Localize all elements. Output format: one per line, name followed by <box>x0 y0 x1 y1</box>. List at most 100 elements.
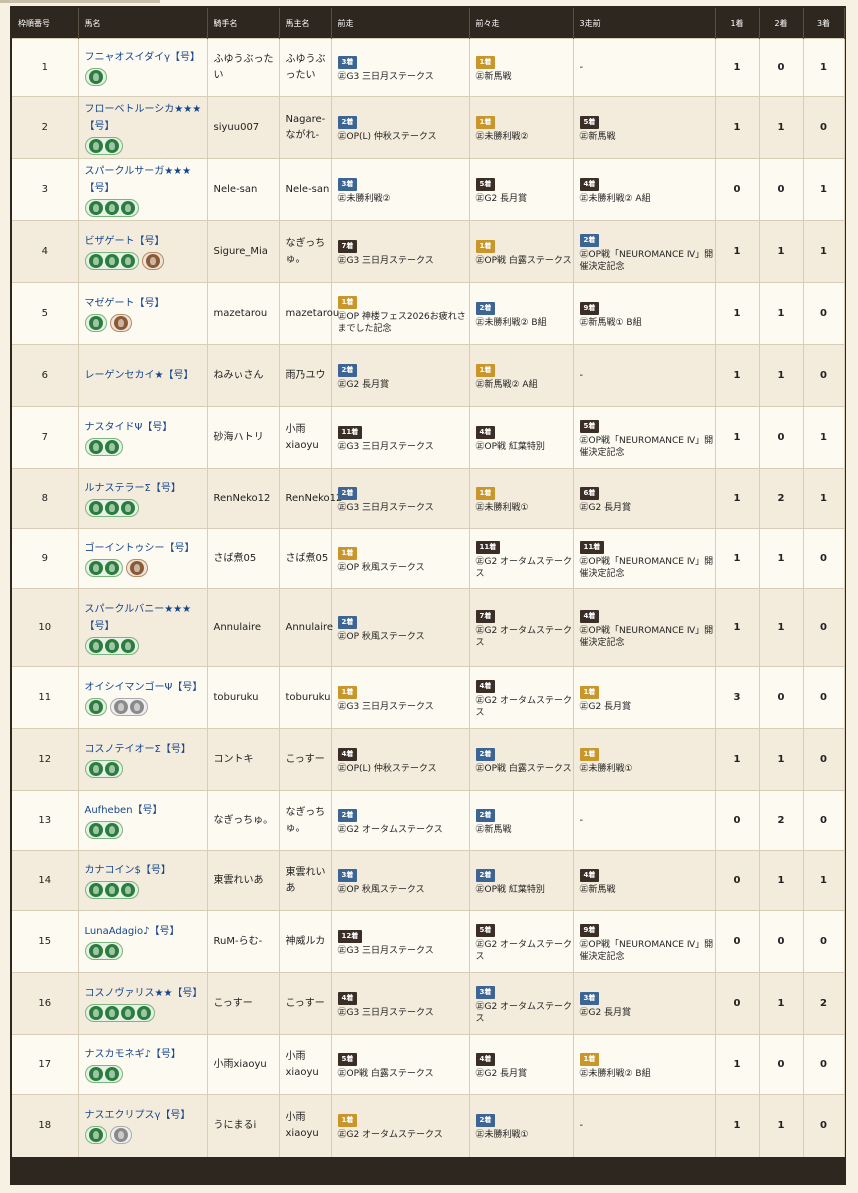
race-name[interactable]: ㊣未勝利戦① <box>476 1129 573 1141</box>
race-name[interactable]: ㊣G3 三日月ステークス <box>338 502 469 514</box>
race-name[interactable]: ㊣OP 秋風ステークス <box>338 562 469 574</box>
horse-name-link[interactable]: カナコイン$【号】 <box>85 862 207 879</box>
horse-name-link[interactable]: ゴーイントゥシー【号】 <box>85 540 207 557</box>
horse-name-link[interactable]: ナスエクリプスγ【号】 <box>85 1107 207 1124</box>
race-name[interactable]: ㊣OP戦 白露ステークス <box>476 255 573 267</box>
race-name[interactable]: ㊣G2 オータムステークス <box>338 824 469 836</box>
table-row: 18 ナスエクリプスγ【号】 うにまるi 小雨xiaoyu 1着 ㊣G2 オータムステーク… <box>12 1094 845 1157</box>
race-name[interactable]: ㊣OP 秋風ステークス <box>338 884 469 896</box>
race-name[interactable]: ㊣G2 長月賞 <box>580 1007 715 1019</box>
header-race3[interactable]: 3走前 <box>573 8 716 39</box>
race-name[interactable]: ㊣新馬戦 <box>476 824 573 836</box>
race-name[interactable]: ㊣OP(L) 仲秋ステークス <box>338 763 469 775</box>
race-name[interactable]: ㊣G3 三日月ステークス <box>338 71 469 83</box>
race-name[interactable]: ㊣G2 長月賞 <box>476 193 573 205</box>
header-race1[interactable]: 前走 <box>331 8 470 39</box>
horse-name-link[interactable]: コスノテイオーΣ【号】 <box>85 741 207 758</box>
green-horseshoe-icon <box>104 944 119 958</box>
race-name[interactable]: ㊣OP戦 白露ステークス <box>338 1068 469 1080</box>
header-jockey[interactable]: 騎手名 <box>207 8 280 39</box>
green-horseshoe-icon <box>88 638 103 653</box>
race-name[interactable]: ㊣G2 オータムステークス <box>476 556 573 580</box>
horse-name-link[interactable]: LunaAdagio♪【号】 <box>85 923 207 940</box>
race-name[interactable]: ㊣OP戦 白露ステークス <box>476 763 573 775</box>
race-name[interactable]: ㊣G2 オータムステークス <box>476 625 573 649</box>
race-name[interactable]: ㊣OP戦 紅葉特別 <box>476 441 573 453</box>
race-name[interactable]: ㊣新馬戦① B組 <box>580 317 715 329</box>
header-horse[interactable]: 馬名 <box>78 8 208 39</box>
race-name[interactable]: ㊣新馬戦 <box>580 131 715 143</box>
header-no[interactable]: 枠順番号 <box>12 8 79 39</box>
race-name[interactable]: ㊣OP戦「NEUROMANCE Ⅳ」開催決定記念 <box>580 625 715 649</box>
horse-icon-group <box>84 198 207 217</box>
race-name[interactable]: ㊣未勝利戦① <box>476 502 573 514</box>
horse-name-link[interactable]: コスノヴァリス★★【号】 <box>85 985 207 1002</box>
race-name[interactable]: ㊣OP 秋風ステークス <box>338 631 469 643</box>
header-second[interactable]: 2着 <box>759 8 804 39</box>
horse-name-link[interactable]: レーゲンセカイ★【号】 <box>85 367 207 384</box>
table-row: 16 コスノヴァリス★★【号】 こっすー こっすー 4着 ㊣G3 三日月ステークス 3着 ㊣G… <box>12 972 845 1035</box>
race-name[interactable]: ㊣G3 三日月ステークス <box>338 255 469 267</box>
race-name[interactable]: ㊣G2 長月賞 <box>580 502 715 514</box>
race-cell-1: 2着 ㊣OP 秋風ステークス <box>331 588 470 667</box>
horse-name-link[interactable]: ルナステラーΣ【号】 <box>85 480 207 497</box>
horse-name-link[interactable]: マゼゲート【号】 <box>85 295 207 312</box>
horse-name-link[interactable]: フローベトルーシカ★★★【号】 <box>85 101 207 135</box>
post-number: 1 <box>12 38 79 97</box>
horse-name-link[interactable]: ナスカモネギ♪【号】 <box>85 1046 207 1063</box>
race-name[interactable]: ㊣OP 神楼フェス2026お疲れさまでした記念 <box>338 311 469 335</box>
race-name[interactable]: ㊣新馬戦 <box>580 884 715 896</box>
header-third[interactable]: 3着 <box>803 8 845 39</box>
result-count-p1: 1 <box>715 406 760 469</box>
horse-name-link[interactable]: オイシイマンゴーΨ【号】 <box>85 679 207 696</box>
race-name[interactable]: ㊣未勝利戦② <box>476 131 573 143</box>
horse-name-link[interactable]: ビザゲート【号】 <box>85 233 207 250</box>
table-row: 10 スパークルバニー★★★【号】 Annulaire Annulaire 2着 ㊣OP … <box>12 588 845 667</box>
race-name[interactable]: ㊣未勝利戦① <box>580 763 715 775</box>
header-race2[interactable]: 前々走 <box>469 8 574 39</box>
race-name[interactable]: ㊣OP(L) 仲秋ステークス <box>338 131 469 143</box>
race-name[interactable]: ㊣G2 長月賞 <box>476 1068 573 1080</box>
post-number: 10 <box>12 588 79 667</box>
race-name[interactable]: ㊣G2 オータムステークス <box>476 695 573 719</box>
green-horseshoe-icon <box>120 200 135 215</box>
race-name[interactable]: ㊣OP戦「NEUROMANCE Ⅳ」開催決定記念 <box>580 435 715 459</box>
header-first[interactable]: 1着 <box>715 8 760 39</box>
race-name[interactable]: ㊣G3 三日月ステークス <box>338 945 469 957</box>
race-name[interactable]: ㊣OP戦「NEUROMANCE Ⅳ」開催決定記念 <box>580 939 715 963</box>
horse-name-link[interactable]: スパークルバニー★★★【号】 <box>85 601 207 635</box>
race-name[interactable]: ㊣G2 長月賞 <box>580 701 715 713</box>
horse-name-link[interactable]: ナスタイドΨ【号】 <box>85 419 207 436</box>
race-name[interactable]: ㊣OP戦「NEUROMANCE Ⅳ」開催決定記念 <box>580 556 715 580</box>
placing-badge: 2着 <box>337 808 358 822</box>
race-name[interactable]: ㊣G3 三日月ステークス <box>338 441 469 453</box>
icon-pill <box>141 252 164 270</box>
race-name[interactable]: ㊣OP戦「NEUROMANCE Ⅳ」開催決定記念 <box>580 249 715 273</box>
race-name[interactable]: ㊣G2 オータムステークス <box>476 939 573 963</box>
post-number: 17 <box>12 1034 79 1095</box>
owner-name: 東雲れいあ <box>279 850 332 911</box>
horse-icon-group <box>84 252 207 270</box>
horse-icon-group <box>84 881 207 899</box>
table-row: 7 ナスタイドΨ【号】 砂海ハトリ 小雨xiaoyu 11着 ㊣G3 三日月ステークス 4着… <box>12 406 845 469</box>
race-name[interactable]: ㊣G3 三日月ステークス <box>338 701 469 713</box>
horse-name-link[interactable]: Aufheben【号】 <box>85 802 207 819</box>
race-name[interactable]: ㊣新馬戦 <box>476 71 573 83</box>
owner-name: 小雨xiaoyu <box>279 1034 332 1095</box>
header-owner[interactable]: 馬主名 <box>279 8 332 39</box>
race-name[interactable]: ㊣G2 長月賞 <box>338 379 469 391</box>
race-name[interactable]: ㊣G2 オータムステークス <box>338 1129 469 1141</box>
race-name[interactable]: ㊣新馬戦② A組 <box>476 379 573 391</box>
race-name[interactable]: ㊣未勝利戦② B組 <box>476 317 573 329</box>
race-name[interactable]: ㊣未勝利戦② <box>338 193 469 205</box>
race-name[interactable]: ㊣OP戦 紅葉特別 <box>476 884 573 896</box>
race-name[interactable]: ㊣未勝利戦② B組 <box>580 1068 715 1080</box>
table-row: 9 ゴーイントゥシー【号】 さば煮05 さば煮05 1着 ㊣OP 秋風ステークス 11着 ㊣G… <box>12 528 845 589</box>
placing-badge: 1着 <box>337 1113 358 1127</box>
race-name[interactable]: ㊣未勝利戦② A組 <box>580 193 715 205</box>
horse-name-link[interactable]: フニャオスイダイγ【号】 <box>85 49 207 66</box>
jockey-name: siyuu007 <box>207 96 280 159</box>
horse-name-link[interactable]: スパークルサーガ★★★【号】 <box>85 163 207 197</box>
race-name[interactable]: ㊣G3 三日月ステークス <box>338 1007 469 1019</box>
race-name[interactable]: ㊣G2 オータムステークス <box>476 1001 573 1025</box>
